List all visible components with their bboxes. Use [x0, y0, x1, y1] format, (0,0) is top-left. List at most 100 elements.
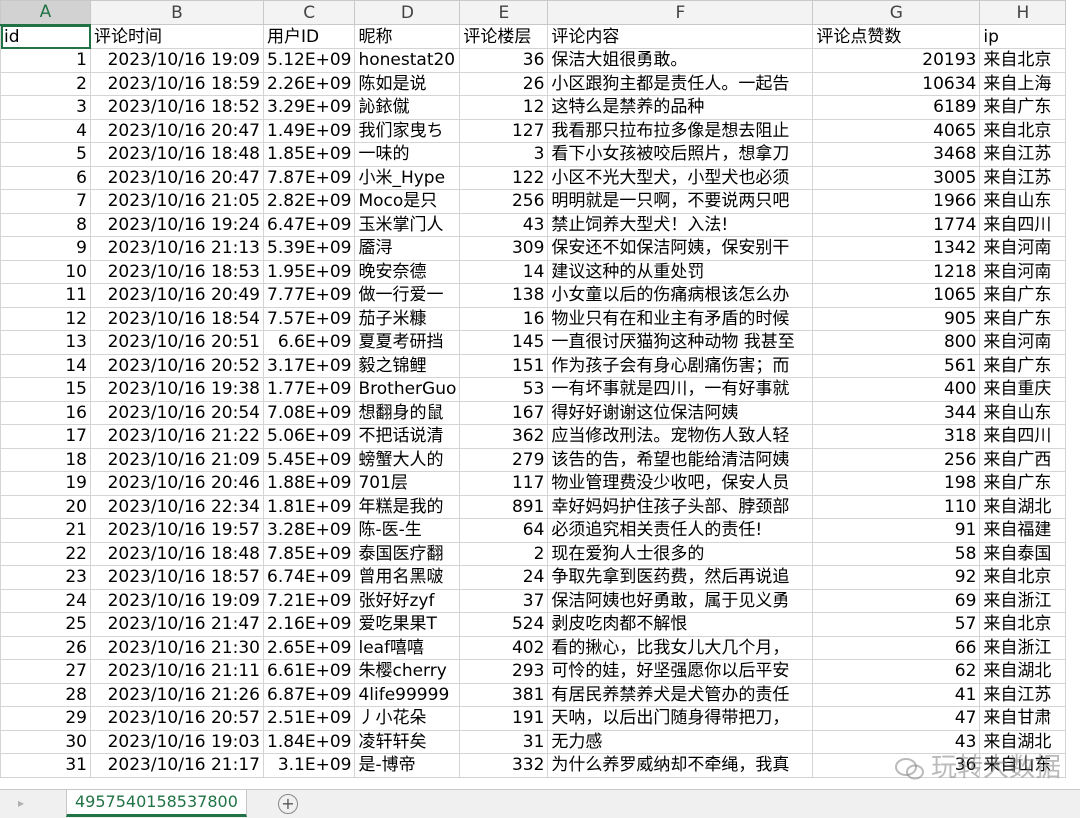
- table-cell[interactable]: 该告的告，希望也能给清洁阿姨: [547, 447, 814, 472]
- table-cell[interactable]: 张好好zyf: [354, 588, 461, 613]
- table-cell[interactable]: 191: [459, 706, 549, 731]
- table-cell[interactable]: 1.49E+09: [262, 118, 356, 143]
- table-cell[interactable]: 4065: [812, 118, 981, 143]
- table-cell[interactable]: 1065: [812, 283, 981, 308]
- table-cell[interactable]: 122: [459, 165, 549, 190]
- table-cell[interactable]: 2.16E+09: [262, 612, 356, 637]
- table-cell[interactable]: 一有坏事就是四川，一有好事就: [547, 377, 814, 402]
- header-cell[interactable]: 昵称: [354, 24, 461, 49]
- table-cell[interactable]: 不把话说清: [354, 424, 461, 449]
- table-cell[interactable]: 陈-医-生: [354, 518, 461, 543]
- table-cell[interactable]: 幸好妈妈护住孩子头部、脖颈部: [547, 494, 814, 519]
- table-cell[interactable]: 这特么是禁养的品种: [547, 95, 814, 120]
- table-cell[interactable]: 127: [459, 118, 549, 143]
- table-cell[interactable]: 381: [459, 682, 549, 707]
- table-cell[interactable]: 茄子米糠: [354, 306, 461, 331]
- table-cell[interactable]: 91: [812, 518, 981, 543]
- table-cell[interactable]: honestat20: [354, 48, 461, 73]
- table-cell[interactable]: 来自广东: [979, 283, 1067, 308]
- table-cell[interactable]: 来自北京: [979, 48, 1067, 73]
- column-header-b[interactable]: B: [90, 0, 264, 25]
- table-cell[interactable]: 1.77E+09: [262, 377, 356, 402]
- table-cell[interactable]: 12: [459, 95, 549, 120]
- table-cell[interactable]: 37: [459, 588, 549, 613]
- table-cell[interactable]: 来自泰国: [979, 541, 1067, 566]
- table-cell[interactable]: 10: [0, 259, 91, 284]
- table-cell[interactable]: 物业只有在和业主有矛盾的时候: [547, 306, 814, 331]
- table-cell[interactable]: 物业管理费没少收吧，保安人员: [547, 471, 814, 496]
- table-cell[interactable]: 2023/10/16 21:09: [90, 447, 264, 472]
- table-cell[interactable]: 争取先拿到医药费，然后再说追: [547, 565, 814, 590]
- column-header-a[interactable]: A: [0, 0, 91, 26]
- table-cell[interactable]: 2023/10/16 18:48: [90, 142, 264, 167]
- table-cell[interactable]: 256: [459, 189, 549, 214]
- table-cell[interactable]: 11: [0, 283, 91, 308]
- table-cell[interactable]: 应当修改刑法。宠物伤人致人轻: [547, 424, 814, 449]
- table-cell[interactable]: 18: [0, 447, 91, 472]
- table-cell[interactable]: 是-博帝: [354, 753, 461, 778]
- header-cell[interactable]: ip: [979, 24, 1067, 49]
- table-cell[interactable]: 爱吃果果T: [354, 612, 461, 637]
- table-cell[interactable]: 天呐，以后出门随身得带把刀，: [547, 706, 814, 731]
- table-cell[interactable]: 2.26E+09: [262, 71, 356, 96]
- table-cell[interactable]: 22: [0, 541, 91, 566]
- table-cell[interactable]: 17: [0, 424, 91, 449]
- table-cell[interactable]: 318: [812, 424, 981, 449]
- table-cell[interactable]: 279: [459, 447, 549, 472]
- table-cell[interactable]: 可怜的娃，好坚强愿你以后平安: [547, 659, 814, 684]
- table-cell[interactable]: 3005: [812, 165, 981, 190]
- table-cell[interactable]: 21: [0, 518, 91, 543]
- table-cell[interactable]: 2023/10/16 18:59: [90, 71, 264, 96]
- column-header-h[interactable]: H: [979, 0, 1067, 25]
- table-cell[interactable]: 1774: [812, 212, 981, 237]
- table-cell[interactable]: 293: [459, 659, 549, 684]
- table-cell[interactable]: 15: [0, 377, 91, 402]
- table-cell[interactable]: 53: [459, 377, 549, 402]
- table-cell[interactable]: 800: [812, 330, 981, 355]
- table-cell[interactable]: 来自广东: [979, 95, 1067, 120]
- table-cell[interactable]: 来自广东: [979, 306, 1067, 331]
- table-cell[interactable]: 曾用名黑啵: [354, 565, 461, 590]
- table-cell[interactable]: 24: [0, 588, 91, 613]
- table-cell[interactable]: 24: [459, 565, 549, 590]
- table-cell[interactable]: 2023/10/16 20:46: [90, 471, 264, 496]
- table-cell[interactable]: 来自湖北: [979, 659, 1067, 684]
- table-cell[interactable]: 2023/10/16 21:05: [90, 189, 264, 214]
- table-cell[interactable]: 来自浙江: [979, 588, 1067, 613]
- table-cell[interactable]: 2023/10/16 21:13: [90, 236, 264, 261]
- table-cell[interactable]: 一味的: [354, 142, 461, 167]
- table-cell[interactable]: 6: [0, 165, 91, 190]
- table-cell[interactable]: 2023/10/16 19:09: [90, 48, 264, 73]
- table-cell[interactable]: 561: [812, 353, 981, 378]
- table-cell[interactable]: 来自江苏: [979, 165, 1067, 190]
- table-cell[interactable]: 69: [812, 588, 981, 613]
- table-cell[interactable]: 我看那只拉布拉多像是想去阻止: [547, 118, 814, 143]
- table-cell[interactable]: 344: [812, 400, 981, 425]
- table-cell[interactable]: 2023/10/16 19:57: [90, 518, 264, 543]
- table-cell[interactable]: 年糕是我的: [354, 494, 461, 519]
- table-cell[interactable]: 2023/10/16 18:52: [90, 95, 264, 120]
- table-cell[interactable]: 来自甘肃: [979, 706, 1067, 731]
- table-cell[interactable]: 螃蟹大人的: [354, 447, 461, 472]
- table-cell[interactable]: 110: [812, 494, 981, 519]
- table-cell[interactable]: 小区跟狗主都是责任人。一起告: [547, 71, 814, 96]
- table-cell[interactable]: 891: [459, 494, 549, 519]
- table-cell[interactable]: 1342: [812, 236, 981, 261]
- table-cell[interactable]: 2023/10/16 20:57: [90, 706, 264, 731]
- table-cell[interactable]: 1.84E+09: [262, 729, 356, 754]
- table-cell[interactable]: 7.77E+09: [262, 283, 356, 308]
- table-cell[interactable]: 2: [459, 541, 549, 566]
- table-cell[interactable]: 靥浔: [354, 236, 461, 261]
- table-cell[interactable]: 701层: [354, 471, 461, 496]
- table-cell[interactable]: 2023/10/16 18:57: [90, 565, 264, 590]
- table-cell[interactable]: 1: [0, 48, 91, 73]
- table-cell[interactable]: 现在爱狗人士很多的: [547, 541, 814, 566]
- column-header-f[interactable]: F: [547, 0, 814, 25]
- column-header-e[interactable]: E: [459, 0, 549, 25]
- column-header-g[interactable]: G: [812, 0, 981, 25]
- sheet-nav-arrow-icon[interactable]: ▸: [18, 796, 24, 810]
- table-cell[interactable]: 2023/10/16 20:54: [90, 400, 264, 425]
- table-cell[interactable]: 建议这种的从重处罚: [547, 259, 814, 284]
- table-cell[interactable]: 看下小女孩被咬后照片，想拿刀: [547, 142, 814, 167]
- table-cell[interactable]: 1.85E+09: [262, 142, 356, 167]
